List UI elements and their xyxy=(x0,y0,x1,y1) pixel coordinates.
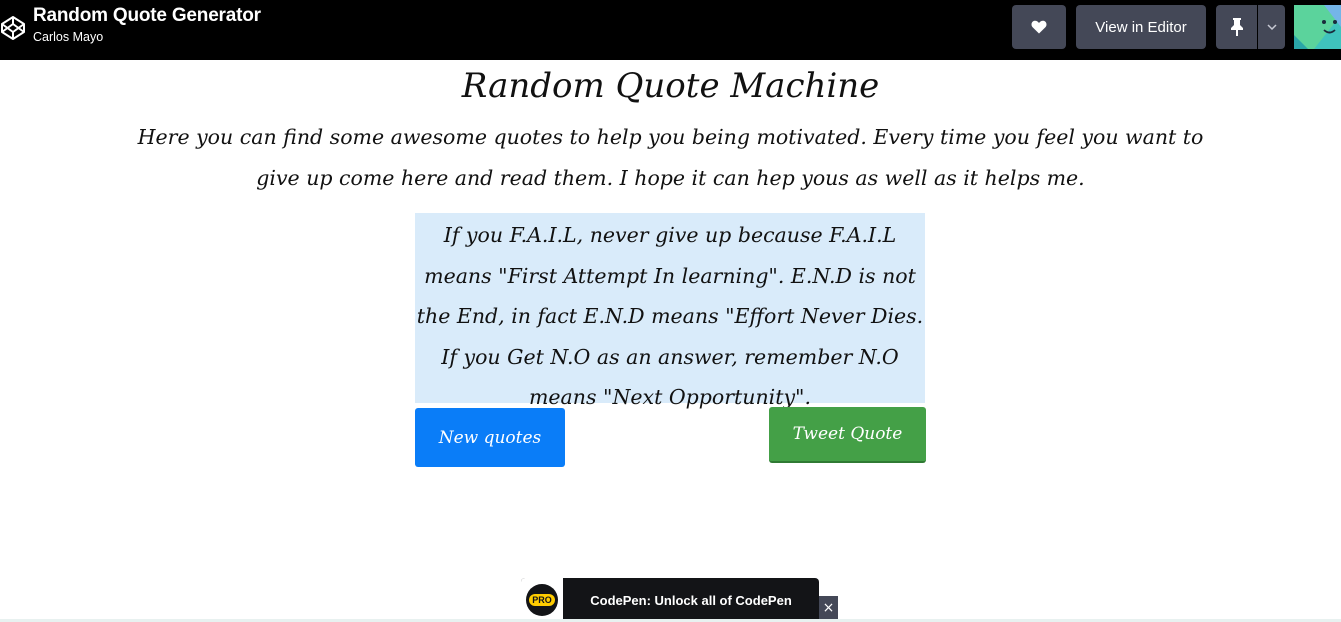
pin-icon xyxy=(1230,18,1243,36)
tweet-quote-button[interactable]: Tweet Quote xyxy=(769,407,926,463)
pro-badge-label: PRO xyxy=(529,594,555,606)
quote-text: If you F.A.I.L, never give up because F.… xyxy=(416,223,924,409)
codepen-logo-icon[interactable] xyxy=(0,15,26,41)
close-promo-button[interactable]: × xyxy=(819,596,838,620)
chevron-down-icon xyxy=(1266,24,1277,30)
heart-button[interactable] xyxy=(1012,5,1066,49)
page-title: Random Quote Machine xyxy=(461,66,880,106)
intro-text: Here you can find some awesome quotes to… xyxy=(137,125,1204,190)
view-in-editor-button[interactable]: View in Editor xyxy=(1076,5,1206,49)
pen-title-block: Random Quote Generator Carlos Mayo xyxy=(33,4,261,45)
pin-menu-button[interactable] xyxy=(1258,5,1285,49)
pen-title: Random Quote Generator xyxy=(33,5,261,26)
new-quote-button[interactable]: New quotes xyxy=(415,408,565,467)
user-avatar[interactable] xyxy=(1294,5,1341,49)
avatar-icon xyxy=(1294,5,1341,49)
pen-author[interactable]: Carlos Mayo xyxy=(33,29,261,45)
pin-button[interactable] xyxy=(1216,5,1257,49)
heart-icon xyxy=(1031,20,1047,34)
promo-text[interactable]: CodePen: Unlock all of CodePen xyxy=(563,578,819,622)
pro-badge-icon: PRO xyxy=(526,584,558,616)
codepen-header: Random Quote Generator Carlos Mayo View … xyxy=(0,0,1341,60)
